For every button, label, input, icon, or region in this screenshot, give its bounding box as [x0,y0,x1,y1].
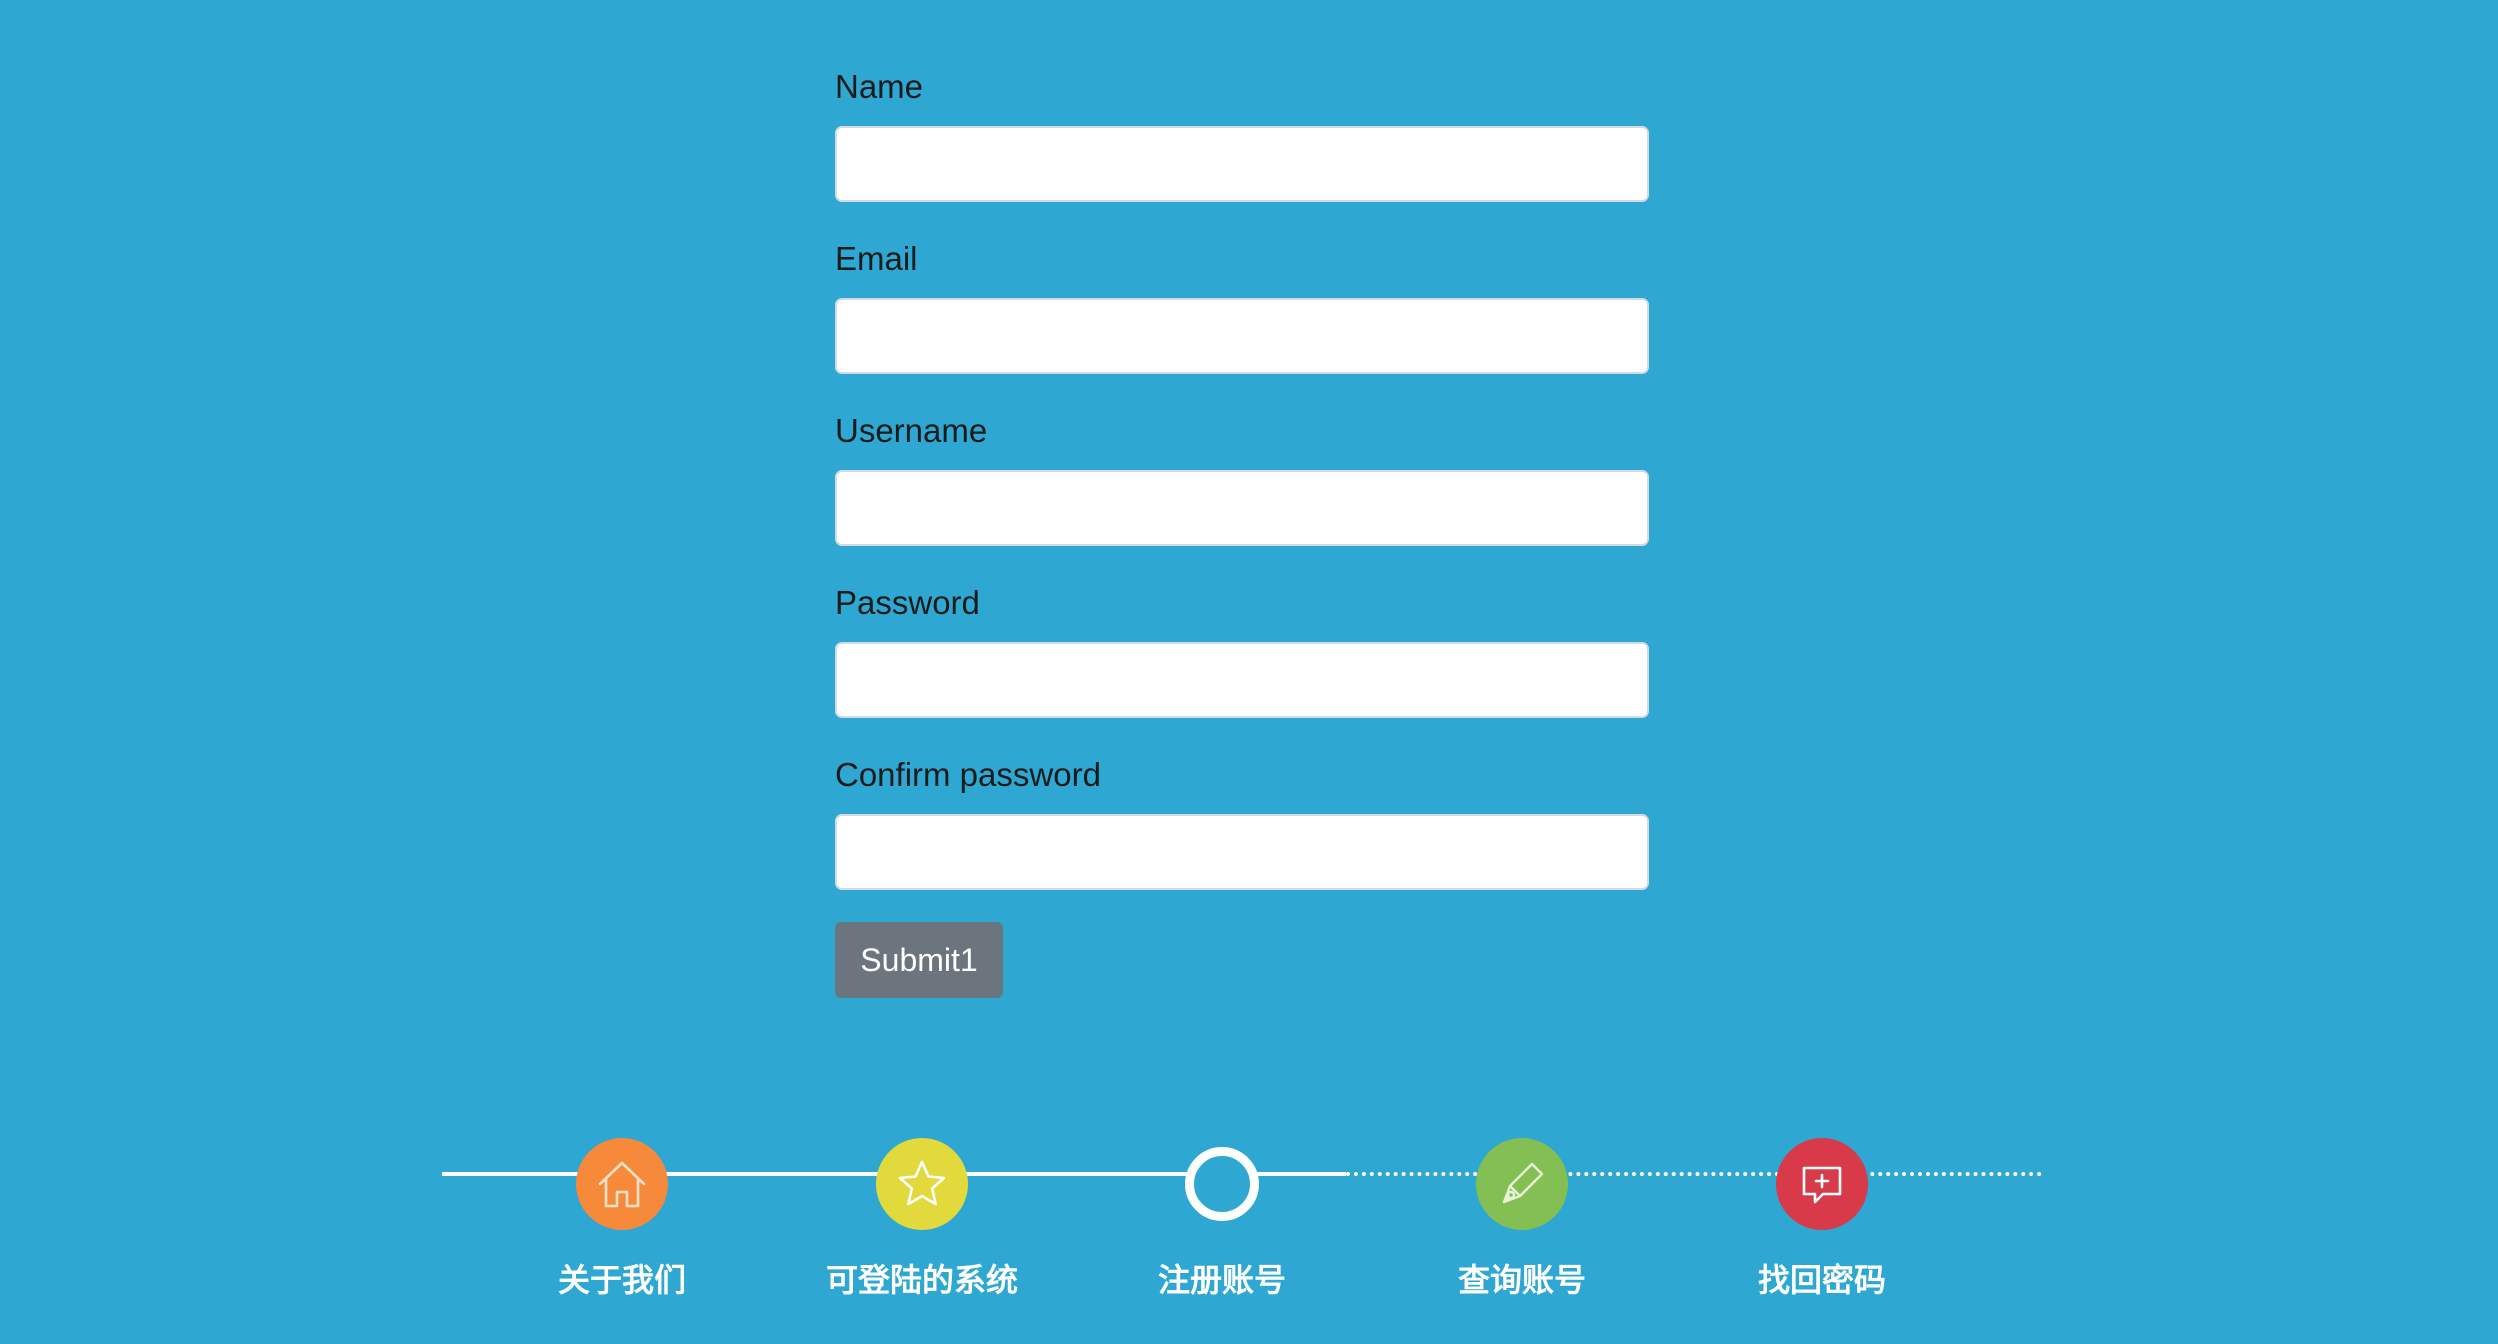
username-input[interactable] [835,470,1649,546]
confirm-password-label: Confirm password [835,756,1101,793]
name-input[interactable] [835,126,1649,202]
message-plus-icon [1776,1138,1868,1230]
submit-button[interactable]: Submit1 [835,922,1003,998]
step-label: 注册账号 [1157,1262,1286,1298]
step-label: 可登陆的系统 [825,1262,1018,1298]
email-input[interactable] [835,298,1649,374]
current-step-icon [1185,1147,1259,1221]
password-input[interactable] [835,642,1649,718]
progress-line-pending [1346,1172,2042,1176]
email-label: Email [835,240,918,277]
username-label: Username [835,412,988,449]
step-label: 查询账号 [1457,1262,1586,1298]
password-label: Password [835,584,980,621]
name-label: Name [835,68,924,105]
step-label: 找回密码 [1757,1262,1886,1298]
home-icon [576,1138,668,1230]
pen-icon [1476,1138,1568,1230]
confirm-password-input[interactable] [835,814,1649,890]
star-icon [876,1138,968,1230]
step-label: 关于我们 [557,1262,686,1298]
